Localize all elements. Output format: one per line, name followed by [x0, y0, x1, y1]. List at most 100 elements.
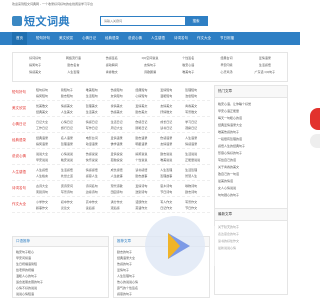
category-link[interactable]: 写人作文 — [160, 200, 185, 204]
nav-item[interactable]: 说说心情 — [128, 32, 142, 45]
tag-link[interactable]: 爱情语录 — [246, 56, 284, 60]
category-link[interactable]: 佛学语录 — [111, 142, 136, 146]
sidebar-item[interactable]: 感悟人生的经典句子 — [218, 143, 284, 150]
category-link[interactable]: 感恩人生 — [86, 174, 111, 178]
category-link[interactable]: 成长日记 — [160, 120, 185, 124]
category-link[interactable]: 议论文 — [61, 206, 86, 210]
category-link[interactable]: 早安说说 — [36, 158, 61, 162]
category-link[interactable]: 伤感说说 — [86, 152, 111, 156]
tag-link[interactable]: 唯美句子 — [169, 70, 207, 74]
category-link[interactable]: 生活短句 — [86, 94, 111, 98]
nav-item[interactable]: 节日祝福 — [220, 32, 234, 45]
category-link[interactable]: 写景诗句 — [61, 190, 86, 194]
category-link[interactable]: 思乡诗句 — [160, 184, 185, 188]
box-item[interactable]: 感恩的句子 — [117, 291, 206, 297]
category-link[interactable]: 励志故事 — [135, 174, 160, 178]
category-title[interactable]: 人生感悟 — [12, 170, 36, 175]
sidebar-item[interactable]: 最新说说心情 — [218, 245, 284, 252]
category-link[interactable]: 温暖短句 — [160, 94, 185, 98]
category-title[interactable]: 经典语录 — [12, 138, 36, 143]
category-link[interactable]: 哲理故事 — [160, 174, 185, 178]
category-link[interactable]: 哲理语录 — [61, 142, 86, 146]
category-link[interactable]: 周记大全 — [111, 126, 136, 130]
category-title[interactable]: 美文欣赏 — [12, 106, 36, 111]
category-link[interactable]: 搞笑说说 — [135, 152, 160, 156]
category-link[interactable]: 读书日记 — [160, 126, 185, 130]
sidebar-item[interactable]: 唯美伤感的句子 — [218, 129, 284, 136]
category-link[interactable]: 田园诗句 — [111, 190, 136, 194]
tag-link[interactable]: 感动瞬间 — [93, 63, 131, 67]
category-link[interactable]: 人生语录 — [185, 136, 210, 140]
sidebar-item[interactable]: 每天一句暖心的话 — [218, 115, 284, 122]
category-link[interactable]: 励志美文 — [135, 110, 160, 114]
category-link[interactable]: 人生格言 — [36, 174, 61, 178]
category-link[interactable]: 情感美文 — [61, 104, 86, 108]
sidebar-item[interactable]: 晚安心语，让你睡个好觉 — [218, 101, 284, 108]
category-link[interactable]: 爱情语录 — [111, 136, 136, 140]
sidebar-item[interactable]: 句句戳心的句子 — [218, 192, 284, 199]
category-link[interactable]: 人生感悟 — [36, 168, 61, 172]
category-link[interactable]: 友情美文 — [160, 104, 185, 108]
category-link[interactable]: 英语作文 — [135, 206, 160, 210]
tag-link[interactable]: 晚安心语 — [169, 63, 207, 67]
site-logo[interactable]: 短文词典 — [12, 13, 70, 29]
sidebar-item[interactable]: 经典爱情语录大全 — [218, 122, 284, 129]
category-link[interactable]: 现代诗歌 — [111, 184, 136, 188]
tag-link[interactable]: 网络流行语 — [54, 56, 92, 60]
category-link[interactable]: 智慧人生 — [185, 174, 210, 178]
category-link[interactable]: 唯美说说 — [160, 158, 185, 162]
tag-link[interactable]: 生活感悟 — [246, 63, 284, 67]
category-link[interactable]: 亲情美文 — [111, 104, 136, 108]
category-link[interactable]: 爱情美文 — [135, 104, 160, 108]
tag-link[interactable]: 情感美文 — [16, 70, 54, 74]
category-link[interactable]: 成长感悟 — [111, 168, 136, 172]
category-link[interactable]: 励志说说 — [160, 152, 185, 156]
sidebar-item[interactable]: 最美的情话 — [218, 178, 284, 185]
nav-item[interactable]: 诗词名句 — [174, 32, 188, 45]
category-title[interactable]: 说说心情 — [12, 154, 36, 159]
category-link[interactable]: 伤感语录 — [160, 136, 185, 140]
tag-link[interactable]: 伤感签名 — [93, 56, 131, 60]
category-link[interactable]: 心情短句 — [135, 94, 160, 98]
category-link[interactable]: 节日诗句 — [160, 190, 185, 194]
category-link[interactable]: 观察日记 — [185, 126, 210, 130]
category-link[interactable]: 搞笑语录 — [36, 142, 61, 146]
category-link[interactable]: 晚安说说 — [61, 158, 86, 162]
category-link[interactable]: 生活日记 — [111, 120, 136, 124]
category-link[interactable]: 个性说说 — [135, 158, 160, 162]
category-link[interactable]: 名人语录 — [61, 136, 86, 140]
category-link[interactable]: 青春美文 — [185, 104, 210, 108]
category-link[interactable]: 高中作文 — [86, 200, 111, 204]
category-link[interactable]: 爱情短句 — [160, 88, 185, 92]
category-link[interactable]: 诗词名句 — [86, 184, 111, 188]
tag-link[interactable]: 经典台词 — [207, 56, 245, 60]
category-link[interactable]: 优美散文 — [36, 104, 61, 108]
nav-item[interactable]: 作文大全 — [197, 32, 211, 45]
category-link[interactable]: 经典美文 — [36, 110, 61, 114]
category-link[interactable]: 生活说说 — [185, 152, 210, 156]
category-link[interactable]: 心情说说 — [61, 152, 86, 156]
search-input[interactable] — [101, 17, 185, 25]
category-link[interactable]: 抒情散文 — [160, 110, 185, 114]
category-link[interactable]: 经典短句 — [135, 88, 160, 92]
category-link[interactable]: 送别诗句 — [135, 190, 160, 194]
category-link[interactable]: 伤感美文 — [111, 110, 136, 114]
sidebar-item[interactable]: 写给自己的话 — [218, 157, 284, 164]
category-link[interactable]: 边塞诗句 — [86, 190, 111, 194]
nav-item[interactable]: 心情日记 — [82, 32, 96, 45]
category-link[interactable]: 唯美短句 — [86, 88, 111, 92]
tag-link[interactable]: 个性签名 — [169, 56, 207, 60]
category-link[interactable]: 叙事作文 — [36, 206, 61, 210]
category-link[interactable]: 明星语录 — [135, 142, 160, 146]
category-link[interactable]: 写景散文 — [185, 110, 210, 114]
category-link[interactable]: 工作日记 — [36, 126, 61, 130]
category-link[interactable]: 写作日记 — [86, 126, 111, 130]
sidebar-item[interactable]: 形容心情好的句子 — [218, 150, 284, 157]
category-link[interactable]: 爱情说说 — [111, 152, 136, 156]
category-link[interactable]: 节日作文 — [185, 206, 210, 210]
box-item[interactable]: 说说心情短语 — [16, 291, 105, 297]
category-link[interactable]: 简短句子 — [61, 88, 86, 92]
tag-link[interactable]: 心灵鸡汤 — [207, 70, 245, 74]
category-link[interactable]: 情感日记 — [86, 120, 111, 124]
sidebar-item[interactable]: 早安心语正能量 — [218, 108, 284, 115]
